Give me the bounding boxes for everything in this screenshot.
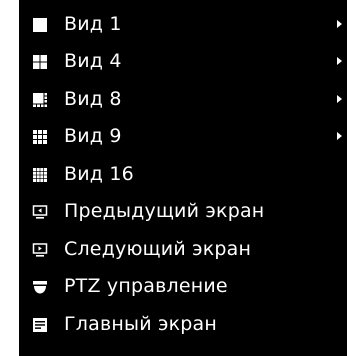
menu-item-view-8[interactable]: Вид 8 — [19, 80, 347, 118]
quad-view-icon — [32, 53, 48, 70]
menu-item-view-9[interactable]: Вид 9 — [19, 118, 347, 156]
menu-item-next-screen[interactable]: Следующий экран — [19, 230, 347, 268]
menu-item-label: Вид 9 — [64, 125, 122, 148]
submenu-arrow-icon — [337, 19, 342, 28]
context-menu: Вид 1 Вид 4 Вид 8 Вид 9 Вид 16 Предыдущи… — [19, 0, 347, 356]
single-view-icon — [32, 16, 48, 32]
submenu-arrow-icon — [337, 57, 342, 66]
menu-item-main-screen[interactable]: Главный экран — [19, 305, 347, 343]
menu-item-view-16[interactable]: Вид 16 — [19, 155, 347, 193]
ptz-camera-icon — [32, 278, 48, 294]
menu-item-view-4[interactable]: Вид 4 — [19, 43, 347, 81]
menu-item-label: Вид 8 — [64, 87, 122, 110]
menu-item-label: Вид 1 — [64, 12, 122, 35]
next-screen-icon — [32, 241, 48, 257]
menu-item-label: Главный экран — [64, 312, 218, 335]
menu-item-previous-screen[interactable]: Предыдущий экран — [19, 193, 347, 231]
menu-item-label: PTZ управление — [64, 275, 228, 298]
menu-item-ptz-control[interactable]: PTZ управление — [19, 268, 347, 306]
eight-view-icon — [32, 91, 48, 107]
sixteen-view-icon — [32, 166, 48, 182]
menu-item-label: Предыдущий экран — [64, 200, 265, 223]
previous-screen-icon — [32, 203, 48, 219]
nine-view-icon — [32, 128, 48, 145]
menu-item-label: Вид 16 — [64, 162, 134, 185]
submenu-arrow-icon — [337, 94, 342, 103]
submenu-arrow-icon — [337, 132, 342, 141]
main-menu-icon — [32, 316, 48, 332]
menu-item-label: Вид 4 — [64, 50, 122, 73]
menu-item-label: Следующий экран — [64, 237, 252, 260]
menu-item-view-1[interactable]: Вид 1 — [19, 5, 347, 43]
